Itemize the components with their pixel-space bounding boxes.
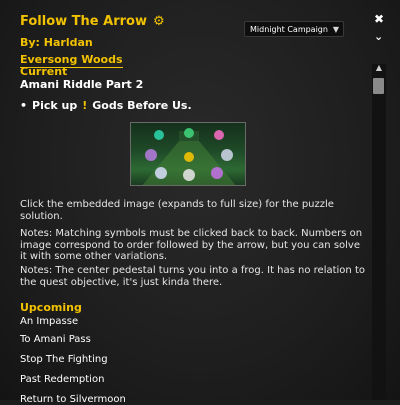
puzzle-solution-image[interactable]	[130, 122, 246, 186]
upcoming-quest-item[interactable]: Stop The Fighting	[20, 354, 108, 365]
close-icon[interactable]: ✖	[374, 12, 384, 26]
bullet-glyph: •	[20, 99, 28, 112]
collapse-chevron-icon[interactable]: ⌄	[374, 30, 383, 43]
upcoming-quest-item[interactable]: Past Redemption	[20, 374, 104, 385]
upcoming-quest-item[interactable]: An Impasse	[20, 316, 78, 327]
notes-paragraph-2: Notes: The center pedestal turns you int…	[20, 265, 365, 288]
upcoming-quest-item[interactable]: To Amani Pass	[20, 334, 91, 345]
chevron-down-icon: ▼	[332, 24, 339, 34]
objective-item: Gods Before Us.	[92, 99, 192, 112]
current-quest-name: Amani Riddle Part 2	[20, 78, 144, 91]
scroll-up-arrow-icon[interactable]: ▲	[372, 62, 386, 74]
title-row: Follow The Arrow ⚙	[20, 14, 165, 29]
campaign-dropdown-label: Midnight Campaign	[250, 24, 328, 34]
guide-author: By: Harldan	[20, 36, 93, 49]
current-label: Current	[20, 65, 68, 78]
scrollbar-track[interactable]	[372, 64, 386, 400]
notes-paragraph-1: Notes: Matching symbols must be clicked …	[20, 228, 363, 262]
guide-title: Follow The Arrow	[20, 14, 147, 29]
upcoming-heading: Upcoming	[20, 301, 82, 314]
exclamation-icon: !	[82, 99, 88, 112]
objective-prefix: Pick up	[32, 99, 78, 112]
scrollbar-thumb[interactable]	[373, 78, 384, 94]
campaign-dropdown[interactable]: Midnight Campaign ▼	[244, 21, 344, 37]
instruction-paragraph: Click the embedded image (expands to ful…	[20, 199, 334, 222]
gear-icon[interactable]: ⚙	[153, 15, 165, 28]
objective-line: • Pick up ! Gods Before Us.	[20, 99, 192, 112]
puzzle-image-art	[142, 128, 236, 185]
guide-panel: Follow The Arrow ⚙ By: Harldan Eversong …	[0, 0, 400, 405]
